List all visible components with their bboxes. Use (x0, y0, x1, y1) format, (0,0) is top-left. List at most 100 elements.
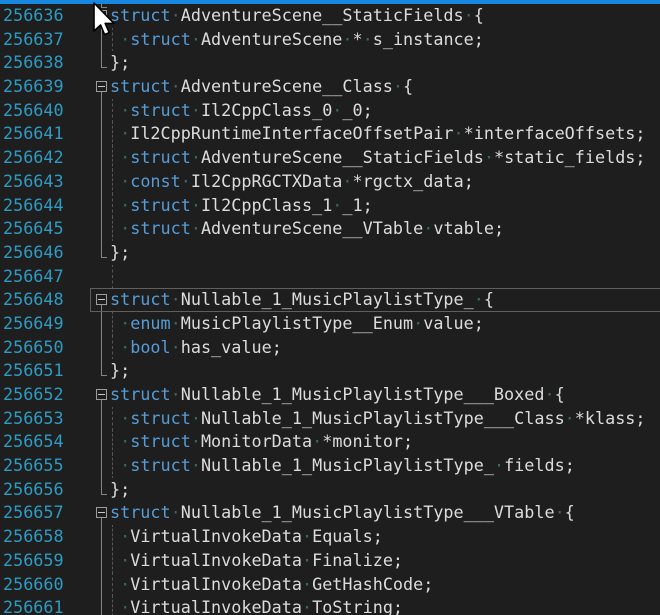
code-token: vtable (433, 218, 494, 238)
line-number[interactable]: 256653 (0, 407, 90, 431)
code-token: _1 (342, 195, 362, 215)
code-text: struct·Nullable_1_MusicPlaylistType___Bo… (110, 383, 660, 407)
code-line[interactable]: 256637 ·struct·AdventureScene·*·s_instan… (0, 28, 660, 52)
line-number[interactable]: 256661 (0, 596, 90, 615)
code-line[interactable]: 256641 ·Il2CppRuntimeInterfaceOffsetPair… (0, 122, 660, 146)
code-token: VirtualInvokeData (130, 574, 302, 594)
line-number[interactable]: 256637 (0, 28, 90, 52)
code-line[interactable]: 256660 ·VirtualInvokeData·GetHashCode; (0, 573, 660, 597)
code-token: ; (363, 100, 373, 120)
code-token: * (575, 408, 585, 428)
code-line[interactable]: 256657struct·Nullable_1_MusicPlaylistTyp… (0, 501, 660, 525)
whitespace-dot: · (171, 384, 181, 404)
code-line[interactable]: 256639struct·AdventureScene__Class·{ (0, 75, 660, 99)
fold-margin (90, 4, 110, 28)
whitespace-dot: · (110, 171, 130, 191)
code-line[interactable]: 256646}; (0, 241, 660, 265)
fold-region-line (101, 454, 102, 478)
line-number[interactable]: 256645 (0, 217, 90, 241)
fold-region-line (101, 7, 107, 8)
indent-guide (112, 549, 113, 573)
code-text: ·struct·AdventureScene·*·s_instance; (110, 28, 660, 52)
code-line[interactable]: 256656}; (0, 478, 660, 502)
whitespace-dot: · (191, 218, 201, 238)
code-line[interactable]: 256652 struct·Nullable_1_MusicPlaylistTyp… (0, 383, 660, 407)
code-line[interactable]: 256658 ·VirtualInvokeData·Equals; (0, 525, 660, 549)
line-number[interactable]: 256647 (0, 265, 90, 289)
line-number[interactable]: 256652 (0, 383, 90, 407)
fold-collapse-icon[interactable] (96, 294, 107, 305)
line-number[interactable]: 256644 (0, 194, 90, 218)
code-line[interactable]: 256653 ·struct·Nullable_1_MusicPlaylistT… (0, 407, 660, 431)
code-token: interfaceOffsets (474, 123, 636, 143)
line-number[interactable]: 256658 (0, 525, 90, 549)
line-number[interactable]: 256656 (0, 478, 90, 502)
whitespace-dot: · (423, 218, 433, 238)
code-line[interactable]: 256647 (0, 265, 660, 289)
whitespace-dot: · (110, 123, 130, 143)
line-number[interactable]: 256655 (0, 454, 90, 478)
line-number[interactable]: 256642 (0, 146, 90, 170)
code-line[interactable]: 256644 ·struct·Il2CppClass_1·_1; (0, 194, 660, 218)
line-number[interactable]: 256646 (0, 241, 90, 265)
code-area[interactable]: 256636struct·AdventureScene__StaticField… (0, 4, 660, 615)
code-token: struct (130, 408, 191, 428)
code-token: AdventureScene (201, 29, 342, 49)
code-token: * (464, 123, 474, 143)
line-number[interactable]: 256660 (0, 573, 90, 597)
line-number[interactable]: 256651 (0, 359, 90, 383)
whitespace-dot: · (393, 76, 403, 96)
code-line[interactable]: 256655 ·struct·Nullable_1_MusicPlaylistT… (0, 454, 660, 478)
whitespace-dot: · (302, 550, 312, 570)
indent-guide (112, 265, 113, 289)
code-line[interactable]: 256650 ·bool·has_value; (0, 336, 660, 360)
whitespace-dot: · (302, 526, 312, 546)
line-number[interactable]: 256641 (0, 122, 90, 146)
line-number[interactable]: 256657 (0, 501, 90, 525)
whitespace-dot: · (171, 76, 181, 96)
code-line[interactable]: 256648struct·Nullable_1_MusicPlaylistTyp… (0, 288, 660, 312)
code-token: AdventureScene__Class (181, 76, 393, 96)
line-number[interactable]: 256638 (0, 51, 90, 75)
code-line[interactable]: 256638}; (0, 51, 660, 75)
code-token: struct (130, 431, 191, 451)
fold-collapse-icon[interactable] (96, 389, 107, 400)
code-line[interactable]: 256659 ·VirtualInvokeData·Finalize; (0, 549, 660, 573)
line-number[interactable]: 256636 (0, 4, 90, 28)
code-line[interactable]: 256640 ·struct·Il2CppClass_0·_0; (0, 99, 660, 123)
code-line[interactable]: 256636struct·AdventureScene__StaticField… (0, 4, 660, 28)
code-token: Nullable_1_MusicPlaylistType___VTable (181, 502, 555, 522)
line-number[interactable]: 256659 (0, 549, 90, 573)
line-number[interactable]: 256650 (0, 336, 90, 360)
code-token: VirtualInvokeData (130, 550, 302, 570)
whitespace-dot: · (110, 313, 130, 333)
line-number[interactable]: 256643 (0, 170, 90, 194)
code-token: s_instance (373, 29, 474, 49)
code-line[interactable]: 256654 ·struct·MonitorData·*monitor; (0, 430, 660, 454)
code-text: ·VirtualInvokeData·GetHashCode; (110, 573, 660, 597)
line-number[interactable]: 256648 (0, 288, 90, 312)
whitespace-dot: · (464, 5, 474, 25)
code-line[interactable]: 256642 ·struct·AdventureScene__StaticFie… (0, 146, 660, 170)
code-token: VirtualInvokeData (130, 526, 302, 546)
line-number[interactable]: 256649 (0, 312, 90, 336)
fold-collapse-icon[interactable] (96, 507, 107, 518)
code-token: }; (110, 52, 130, 72)
line-number[interactable]: 256640 (0, 99, 90, 123)
code-text: ·struct·AdventureScene__StaticFields·*st… (110, 146, 660, 170)
whitespace-dot: · (191, 29, 201, 49)
line-number[interactable]: 256654 (0, 430, 90, 454)
code-token: Nullable_1_MusicPlaylistType_ (181, 289, 474, 309)
fold-collapse-icon[interactable] (96, 81, 107, 92)
fold-collapse-icon[interactable] (96, 10, 107, 21)
code-line[interactable]: 256661 ·VirtualInvokeData·ToString; (0, 596, 660, 615)
code-token: struct (110, 384, 171, 404)
whitespace-dot: · (363, 29, 373, 49)
code-line[interactable]: 256643 ·const·Il2CppRGCTXData·*rgctx_dat… (0, 170, 660, 194)
code-line[interactable]: 256649 ·enum·MusicPlaylistType__Enum·val… (0, 312, 660, 336)
code-line[interactable]: 256645 ·struct·AdventureScene__VTable·vt… (0, 217, 660, 241)
line-number[interactable]: 256639 (0, 75, 90, 99)
fold-margin (90, 525, 110, 549)
code-line[interactable]: 256651}; (0, 359, 660, 383)
fold-margin (90, 288, 110, 312)
